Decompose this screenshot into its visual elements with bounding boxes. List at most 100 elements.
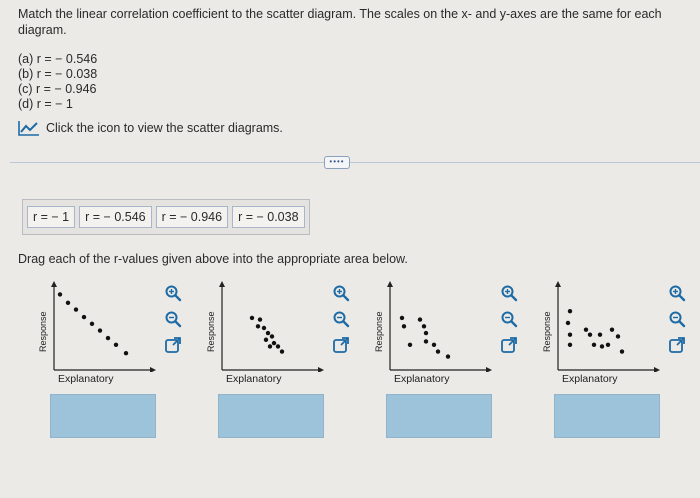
y-axis-arrow xyxy=(555,281,561,287)
scatter-panel-2: Response Explanatory xyxy=(204,280,364,440)
scatter-point xyxy=(275,344,281,349)
scatter-point xyxy=(421,324,427,329)
scatter-plot-3 xyxy=(387,281,492,372)
x-axis-arrow xyxy=(150,367,156,372)
x-axis-label: Explanatory xyxy=(226,373,282,385)
scatter-point xyxy=(417,317,423,322)
scatter-point xyxy=(423,339,429,344)
drop-zone-4[interactable] xyxy=(554,394,660,438)
scatter-point xyxy=(267,344,273,349)
scatter-point xyxy=(619,349,625,354)
scatter-point xyxy=(605,342,611,347)
scatter-point xyxy=(445,354,451,359)
y-axis-label: Response xyxy=(38,311,48,352)
scatter-point xyxy=(587,332,593,337)
scatter-plot-4 xyxy=(555,281,660,372)
popout-icon[interactable] xyxy=(332,336,350,354)
scatter-point xyxy=(89,321,95,326)
option-b: (b) r = − 0.038 xyxy=(18,67,98,81)
scatter-point xyxy=(565,320,571,326)
scatter-point xyxy=(271,340,277,346)
scatter-point xyxy=(615,334,621,339)
drag-instruction: Drag each of the r-values given above in… xyxy=(18,252,408,266)
scatter-point xyxy=(263,337,269,342)
question-text: Match the linear correlation coefficient… xyxy=(18,7,662,37)
scatter-point xyxy=(105,335,111,341)
plot-tools xyxy=(668,284,686,354)
section-divider xyxy=(10,162,700,163)
zoom-out-icon[interactable] xyxy=(668,310,686,328)
y-axis-label: Response xyxy=(206,311,216,352)
scatter-point xyxy=(73,307,79,312)
view-scatter-link[interactable]: Click the icon to view the scatter diagr… xyxy=(18,120,283,136)
drop-zone-1[interactable] xyxy=(50,394,156,438)
y-axis-label: Response xyxy=(374,311,384,352)
x-axis-label: Explanatory xyxy=(394,373,450,385)
option-c: (c) r = − 0.946 xyxy=(18,82,97,96)
scatter-point xyxy=(591,342,597,347)
expand-button[interactable]: •••• xyxy=(324,156,350,169)
x-axis-label: Explanatory xyxy=(58,373,114,385)
scatter-point xyxy=(269,334,275,339)
chip-r-neg-0038[interactable]: r = − 0.038 xyxy=(232,206,305,228)
chip-r-neg-0546[interactable]: r = − 0.546 xyxy=(79,206,152,228)
scatter-point xyxy=(257,317,263,322)
scatter-point xyxy=(567,332,573,337)
chip-r-neg-1[interactable]: r = − 1 xyxy=(27,206,76,228)
scatter-point xyxy=(399,315,405,321)
scatter-panel-1: Response Explanatory xyxy=(36,280,196,440)
scatter-point xyxy=(255,324,261,329)
y-axis-arrow xyxy=(387,281,393,287)
scatter-point xyxy=(261,325,267,331)
x-axis-arrow xyxy=(486,367,492,372)
option-d: (d) r = − 1 xyxy=(18,97,73,111)
scatter-point xyxy=(567,342,573,347)
popout-icon[interactable] xyxy=(164,336,182,354)
plot-tools xyxy=(332,284,350,354)
r-value-bank: r = − 1 r = − 0.546 r = − 0.946 r = − 0.… xyxy=(22,199,310,235)
zoom-out-icon[interactable] xyxy=(332,310,350,328)
zoom-in-icon[interactable] xyxy=(668,284,686,302)
view-link-text: Click the icon to view the scatter diagr… xyxy=(46,121,283,135)
scatter-plot-2 xyxy=(219,281,324,372)
scatter-point xyxy=(423,330,429,336)
zoom-in-icon[interactable] xyxy=(164,284,182,302)
scatter-point xyxy=(123,351,129,356)
scatter-point xyxy=(113,342,119,347)
popout-icon[interactable] xyxy=(668,336,686,354)
popout-icon[interactable] xyxy=(500,336,518,354)
options-list: (a) r = − 0.546 (b) r = − 0.038 (c) r = … xyxy=(18,52,97,112)
x-axis-label: Explanatory xyxy=(562,373,618,385)
zoom-out-icon[interactable] xyxy=(500,310,518,328)
scatter-point xyxy=(597,332,603,337)
plot-tools xyxy=(164,284,182,354)
chip-r-neg-0946[interactable]: r = − 0.946 xyxy=(155,206,229,228)
scatter-point xyxy=(279,349,285,354)
scatter-point xyxy=(401,324,407,329)
drop-zone-2[interactable] xyxy=(218,394,324,438)
scatter-panel-4: Response Explanatory xyxy=(540,280,700,440)
scatter-point xyxy=(65,300,71,305)
drop-zone-3[interactable] xyxy=(386,394,492,438)
y-axis-label: Response xyxy=(542,311,552,352)
scatter-point xyxy=(81,314,87,320)
chart-icon[interactable] xyxy=(18,120,40,136)
zoom-in-icon[interactable] xyxy=(500,284,518,302)
scatter-point xyxy=(265,330,271,336)
scatter-panel-3: Response Explanatory xyxy=(372,280,532,440)
plot-tools xyxy=(500,284,518,354)
x-axis-arrow xyxy=(318,367,324,372)
zoom-out-icon[interactable] xyxy=(164,310,182,328)
scatter-point xyxy=(407,342,413,347)
y-axis-arrow xyxy=(51,281,57,287)
y-axis-arrow xyxy=(219,281,225,287)
scatter-point xyxy=(609,327,615,332)
scatter-point xyxy=(249,315,255,321)
scatter-point xyxy=(97,328,103,333)
scatter-point xyxy=(599,344,605,349)
zoom-in-icon[interactable] xyxy=(332,284,350,302)
scatter-point xyxy=(57,292,63,297)
scatter-point xyxy=(583,327,589,332)
scatter-plot-1 xyxy=(51,281,156,372)
x-axis-arrow xyxy=(654,367,660,372)
